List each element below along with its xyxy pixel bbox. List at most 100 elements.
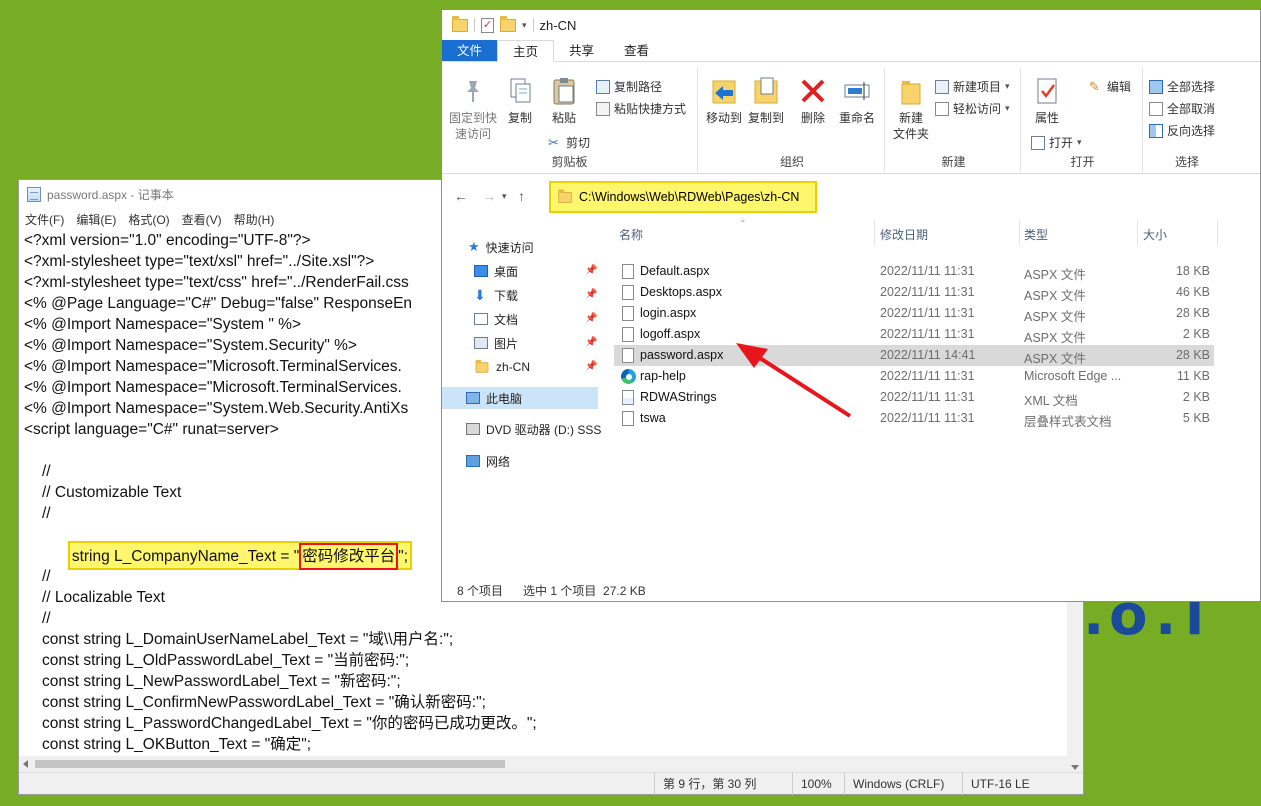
file-date: 2022/11/11 11:31 xyxy=(880,369,975,383)
desktop-icon xyxy=(474,265,488,277)
tab-home[interactable]: 主页 xyxy=(497,40,555,62)
select-none-button[interactable]: 全部取消 xyxy=(1149,100,1215,117)
file-row[interactable]: login.aspx 2022/11/11 11:31 ASPX 文件 28 KB xyxy=(614,303,1214,324)
select-group-label: 选择 xyxy=(1174,155,1199,169)
horizontal-scrollbar[interactable] xyxy=(19,756,1067,772)
file-list: 名称 修改日期 类型 大小 ⌄ Default.aspx 2022/11/11 1… xyxy=(614,214,1261,580)
computer-icon xyxy=(466,392,480,404)
paste-button[interactable]: 粘贴 xyxy=(542,76,586,126)
selection-info: 选中 1 个项目 27.2 KB xyxy=(523,584,646,598)
file-row[interactable]: Desktops.aspx 2022/11/11 11:31 ASPX 文件 46 K… xyxy=(614,282,1214,303)
code-line: const string L_NewPasswordLabel_Text = "… xyxy=(42,673,401,690)
file-size: 28 KB xyxy=(1175,306,1210,320)
file-icon xyxy=(622,327,634,342)
pin-icon: 📌 xyxy=(585,265,598,276)
rename-button[interactable]: 重命名 xyxy=(836,76,878,126)
up-arrow-icon[interactable]: ↑ xyxy=(518,188,525,204)
recent-chevron-icon[interactable]: ▾ xyxy=(502,191,507,202)
address-bar[interactable]: C:\Windows\Web\RDWeb\Pages\zh-CN xyxy=(549,181,817,213)
new-folder-button[interactable]: 新建 文件夹 xyxy=(889,76,933,142)
zoom-level: 100% xyxy=(792,773,832,795)
menu-help[interactable]: 帮助(H) xyxy=(234,211,275,228)
file-icon xyxy=(622,264,634,279)
download-icon: ⬇ xyxy=(474,286,486,303)
new-item-icon xyxy=(935,79,949,94)
sidebar-item-this-pc[interactable]: 此电脑 xyxy=(442,387,598,409)
pin-icon: 📌 xyxy=(585,313,598,324)
file-row[interactable]: password.aspx 2022/11/11 14:41 ASPX 文件 28 K… xyxy=(614,345,1214,366)
ribbon: 固定到快 速访问 复制 粘贴 复制路径 粘贴快捷方式 ✂ 剪切 剪贴板 移动到 … xyxy=(442,64,1260,174)
file-row[interactable]: Default.aspx 2022/11/11 11:31 ASPX 文件 18 KB xyxy=(614,261,1214,282)
column-header-name[interactable]: 名称 xyxy=(619,226,643,243)
new-folder-icon[interactable] xyxy=(500,15,516,32)
select-none-icon xyxy=(1149,101,1163,116)
copy-to-button[interactable]: 复制到 xyxy=(746,76,786,126)
pin-quick-access-button[interactable]: 固定到快 速访问 xyxy=(448,76,498,142)
column-header-date[interactable]: 修改日期 xyxy=(880,226,928,243)
sidebar-item-downloads[interactable]: ⬇ 下载 xyxy=(474,284,518,306)
sidebar-item-network[interactable]: 网络 xyxy=(466,450,510,472)
sidebar-item-documents[interactable]: 文档 xyxy=(474,308,518,330)
file-row[interactable]: RDWAStrings 2022/11/11 11:31 XML 文档 2 KB xyxy=(614,387,1214,408)
select-group: 全部选择 全部取消 反向选择 选择 xyxy=(1145,68,1229,172)
file-size: 2 KB xyxy=(1182,390,1210,404)
notepad-icon xyxy=(27,186,41,202)
back-arrow-icon[interactable]: ← xyxy=(454,188,468,204)
open-button[interactable]: 打开 ▾ xyxy=(1031,134,1082,151)
move-to-button[interactable]: 移动到 xyxy=(704,76,744,126)
file-icon xyxy=(622,306,634,321)
explorer-window: ✓ ▾ zh-CN 文件 主页 共享 查看 固定到快 速访问 复制 粘贴 复制路… xyxy=(441,9,1261,602)
menu-edit[interactable]: 编辑(E) xyxy=(76,211,116,228)
file-row[interactable]: logoff.aspx 2022/11/11 11:31 ASPX 文件 2 KB xyxy=(614,324,1214,345)
folder-icon xyxy=(452,15,468,32)
scroll-down-icon[interactable] xyxy=(1071,765,1079,770)
column-header-type[interactable]: 类型 xyxy=(1024,226,1048,243)
copy-button[interactable]: 复制 xyxy=(502,76,538,126)
chevron-down-icon: ▾ xyxy=(1005,103,1010,113)
star-icon: ★ xyxy=(468,239,480,254)
sidebar-item-pictures[interactable]: 图片 xyxy=(474,332,518,354)
copy-path-button[interactable]: 复制路径 xyxy=(596,78,662,95)
open-group: 属性 打开 ▾ ✎ 编辑 打开 xyxy=(1023,68,1143,172)
file-name: login.aspx xyxy=(640,306,697,320)
menu-file[interactable]: 文件(F) xyxy=(25,211,64,228)
file-row[interactable]: rap-help 2022/11/11 11:31 Microsoft Edge .… xyxy=(614,366,1214,387)
easy-access-button[interactable]: 轻松访问 ▾ xyxy=(935,100,1010,117)
sidebar-item-zh-cn[interactable]: zh-CN xyxy=(474,356,530,378)
cut-button[interactable]: ✂ 剪切 xyxy=(548,134,590,151)
tab-share[interactable]: 共享 xyxy=(554,40,609,61)
chevron-down-icon: ▾ xyxy=(1005,81,1010,91)
invert-selection-button[interactable]: 反向选择 xyxy=(1149,122,1215,139)
code-line: const string L_OldPasswordLabel_Text = "… xyxy=(42,652,410,669)
file-date: 2022/11/11 11:31 xyxy=(880,306,975,320)
file-type: ASPX 文件 xyxy=(1024,352,1086,366)
forward-arrow-icon[interactable]: → xyxy=(482,188,496,204)
column-header-size[interactable]: 大小 xyxy=(1143,226,1167,243)
sort-chevron-icon: ⌄ xyxy=(739,214,747,224)
menu-view[interactable]: 查看(V) xyxy=(182,211,222,228)
tab-view[interactable]: 查看 xyxy=(609,40,664,61)
file-row[interactable]: tswa 2022/11/11 11:31 层叠样式表文档 5 KB xyxy=(614,408,1214,429)
delete-button[interactable]: 删除 xyxy=(796,76,830,126)
organize-group-label: 组织 xyxy=(779,155,804,169)
edit-button[interactable]: ✎ 编辑 xyxy=(1089,78,1131,95)
menu-format[interactable]: 格式(O) xyxy=(128,211,169,228)
properties-button[interactable]: 属性 xyxy=(1027,76,1067,126)
properties-icon[interactable]: ✓ xyxy=(481,17,494,33)
tab-file[interactable]: 文件 xyxy=(442,40,498,61)
paste-shortcut-button[interactable]: 粘贴快捷方式 xyxy=(596,100,686,117)
documents-icon xyxy=(474,313,488,325)
sidebar-item-quick-access[interactable]: ★ 快速访问 xyxy=(468,236,534,258)
select-all-button[interactable]: 全部选择 xyxy=(1149,78,1215,95)
sidebar-item-dvd-drive[interactable]: DVD 驱动器 (D:) SSS xyxy=(466,418,601,440)
new-item-button[interactable]: 新建项目 ▾ xyxy=(935,78,1010,95)
chevron-down-icon[interactable]: ▾ xyxy=(522,20,527,31)
horizontal-scroll-thumb[interactable] xyxy=(35,760,505,768)
line-ending: Windows (CRLF) xyxy=(844,773,944,795)
copy-icon xyxy=(505,76,535,106)
pin-icon: 📌 xyxy=(585,361,598,372)
scroll-left-icon[interactable] xyxy=(23,760,28,768)
new-folder-icon xyxy=(896,76,926,106)
sidebar-item-desktop[interactable]: 桌面 xyxy=(474,260,518,282)
invert-selection-icon xyxy=(1149,123,1163,138)
